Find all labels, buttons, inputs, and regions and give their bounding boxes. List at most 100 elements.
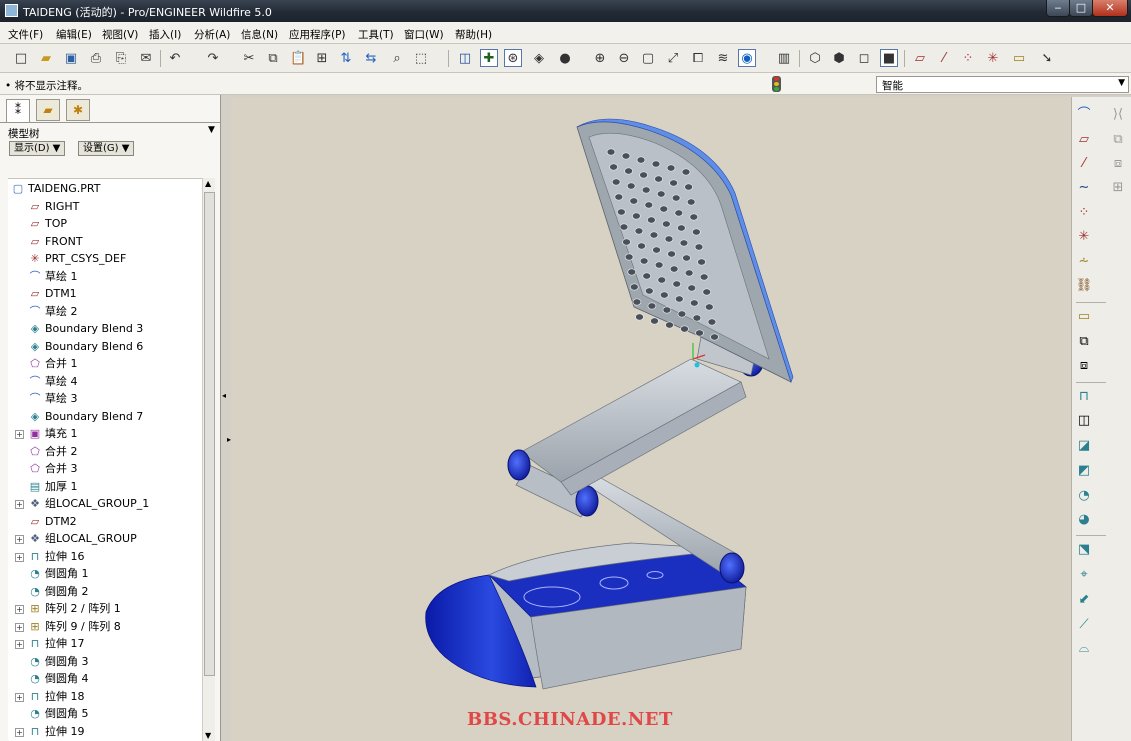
analysis-feature-icon[interactable]: ⩪ <box>1074 252 1094 272</box>
revolve-icon[interactable]: ◫ <box>1074 411 1094 431</box>
scroll-down-icon[interactable]: ▼ <box>205 731 211 740</box>
minimize-button[interactable]: ‒ <box>1046 0 1070 17</box>
expand-icon[interactable]: + <box>15 727 24 737</box>
menu-help[interactable]: 帮助(H) <box>455 27 492 42</box>
datum-axis-icon[interactable]: ⁄ <box>1074 154 1094 174</box>
reorient-icon[interactable]: ⤢ <box>664 49 682 67</box>
open-icon[interactable]: ▰ <box>37 49 55 67</box>
scroll-up-icon[interactable]: ▲ <box>205 179 211 188</box>
datum-planes-toggle-icon[interactable]: ▱ <box>911 49 929 67</box>
find-icon[interactable]: ⌕ <box>388 49 406 67</box>
regen-manager-icon[interactable]: ⇆ <box>362 49 380 67</box>
menu-view[interactable]: 视图(V) <box>102 27 138 42</box>
new-icon[interactable]: □ <box>12 49 30 67</box>
draft-icon[interactable]: ⬔ <box>1074 540 1094 560</box>
menu-edit[interactable]: 编辑(E) <box>56 27 92 42</box>
mirror-icon[interactable]: ⌖ <box>1074 565 1094 585</box>
close-button[interactable]: ✕ <box>1092 0 1128 17</box>
expand-icon[interactable]: + <box>15 640 24 649</box>
wireframe-icon[interactable]: ⬡ <box>806 49 824 67</box>
sketch-datum-icon[interactable]: ⌒ <box>1074 105 1094 125</box>
csys-toggle-icon[interactable]: ✳ <box>984 49 1002 67</box>
model-tree-scrollbar[interactable]: ▲ ▼ <box>202 178 215 741</box>
appearance-icon[interactable]: ● <box>556 49 574 67</box>
style-icon[interactable]: ⟋ <box>1074 615 1094 635</box>
pattern-tool-icon[interactable]: ⊞ <box>1108 178 1128 198</box>
blend-icon[interactable]: ◩ <box>1074 461 1094 481</box>
paste-special-icon[interactable]: ⊞ <box>313 49 331 67</box>
refit-icon[interactable]: ▢ <box>639 49 657 67</box>
display-style-icon[interactable]: ◉ <box>738 49 756 67</box>
datum-plane-icon[interactable]: ▱ <box>1074 130 1094 150</box>
selection-filter-select[interactable]: 智能 ▼ <box>876 76 1129 93</box>
menu-file[interactable]: 文件(F) <box>8 27 43 42</box>
expand-icon[interactable]: + <box>15 622 24 632</box>
collapse-left-icon[interactable]: ◂ <box>222 391 226 400</box>
cut-icon[interactable]: ✂ <box>240 49 258 67</box>
mirror-geometry-icon[interactable]: ⟩⟨ <box>1108 105 1128 125</box>
datum-points-toggle-icon[interactable]: ⁘ <box>959 49 977 67</box>
annotation-toggle-icon[interactable]: ▭ <box>1010 49 1028 67</box>
print-icon[interactable]: ⎙ <box>87 49 105 67</box>
note-geom-icon[interactable]: ⧈ <box>1074 356 1094 376</box>
note-dim-icon[interactable]: ⧉ <box>1074 332 1094 352</box>
tab-model-tree[interactable]: ⁑ <box>6 99 30 123</box>
copy-icon[interactable]: ⧉ <box>264 49 282 67</box>
sweep-icon[interactable]: ◪ <box>1074 436 1094 456</box>
menu-window[interactable]: 窗口(W) <box>404 27 444 42</box>
note-icon[interactable]: ▭ <box>1074 307 1094 327</box>
graphics-window[interactable]: BBS.CHINADE.NET <box>231 97 1071 741</box>
hidden-line-icon[interactable]: ⬢ <box>830 49 848 67</box>
saved-views-icon[interactable]: ⧠ <box>689 49 707 67</box>
zoom-out-icon[interactable]: ⊖ <box>615 49 633 67</box>
menu-info[interactable]: 信息(N) <box>241 27 278 42</box>
paste-icon[interactable]: 📋 <box>289 49 307 67</box>
save-icon[interactable]: ▣ <box>62 49 80 67</box>
expand-icon[interactable]: + <box>15 430 24 439</box>
datum-axes-toggle-icon[interactable]: ⁄ <box>935 49 953 67</box>
print-preview-icon[interactable]: ⎘ <box>112 49 130 67</box>
undo-icon[interactable]: ↶ <box>166 49 184 67</box>
no-hidden-icon[interactable]: ◻ <box>855 49 873 67</box>
maximize-button[interactable]: □ <box>1069 0 1093 17</box>
round-tool-icon[interactable]: ◔ <box>1074 486 1094 506</box>
shading-icon[interactable]: ■ <box>880 49 898 67</box>
model-tree-menu-icon[interactable]: ▼ <box>208 125 215 135</box>
menu-insert[interactable]: 插入(I) <box>149 27 181 42</box>
extrude-icon[interactable]: ⊓ <box>1074 387 1094 407</box>
redo-icon[interactable]: ↷ <box>204 49 222 67</box>
datum-point-icon[interactable]: ⁘ <box>1074 203 1094 223</box>
zoom-in-icon[interactable]: ⊕ <box>591 49 609 67</box>
expand-icon[interactable]: + <box>15 605 24 614</box>
expand-icon[interactable]: + <box>15 692 24 702</box>
copy-geometry-icon[interactable]: ⧉ <box>1108 130 1128 150</box>
model-display-icon[interactable]: ▥ <box>775 49 793 67</box>
menu-tools[interactable]: 工具(T) <box>358 27 394 42</box>
show-button[interactable]: 显示(D) ▼ <box>9 141 66 156</box>
expand-icon[interactable]: + <box>15 500 24 509</box>
tab-folder-browser[interactable]: ▰ <box>36 99 60 121</box>
regenerate-icon[interactable]: ⇅ <box>337 49 355 67</box>
email-icon[interactable]: ✉ <box>137 49 155 67</box>
menu-analysis[interactable]: 分析(A) <box>194 27 230 42</box>
shell-icon[interactable]: ⌓ <box>1074 639 1094 659</box>
orient-mode-icon[interactable]: ⊛ <box>504 49 522 67</box>
datum-curve-icon[interactable]: ∼ <box>1074 178 1094 198</box>
tab-favorites[interactable]: ✱ <box>66 99 90 121</box>
sketch-tool-icon[interactable]: ◫ <box>456 49 474 67</box>
surface-copy-icon[interactable]: ⧈ <box>1108 154 1128 174</box>
move-icon[interactable]: ⬋ <box>1074 590 1094 610</box>
menu-applications[interactable]: 应用程序(P) <box>289 27 346 42</box>
expand-icon[interactable]: + <box>15 535 24 544</box>
scrollbar-thumb[interactable] <box>204 192 215 676</box>
spin-center-icon[interactable]: ✚ <box>480 49 498 67</box>
panel-splitter[interactable]: ◂ ▸ <box>221 95 231 741</box>
reference-icon[interactable]: ⛓ <box>1074 276 1094 296</box>
coordinate-system-icon[interactable]: ✳ <box>1074 227 1094 247</box>
chamfer-icon[interactable]: ◕ <box>1074 510 1094 530</box>
layers-icon[interactable]: ≋ <box>714 49 732 67</box>
view-manager-icon[interactable]: ◈ <box>530 49 548 67</box>
expand-icon[interactable]: + <box>15 552 24 562</box>
select-box-icon[interactable]: ⬚ <box>412 49 430 67</box>
context-help-icon[interactable]: ➘ <box>1038 49 1056 67</box>
